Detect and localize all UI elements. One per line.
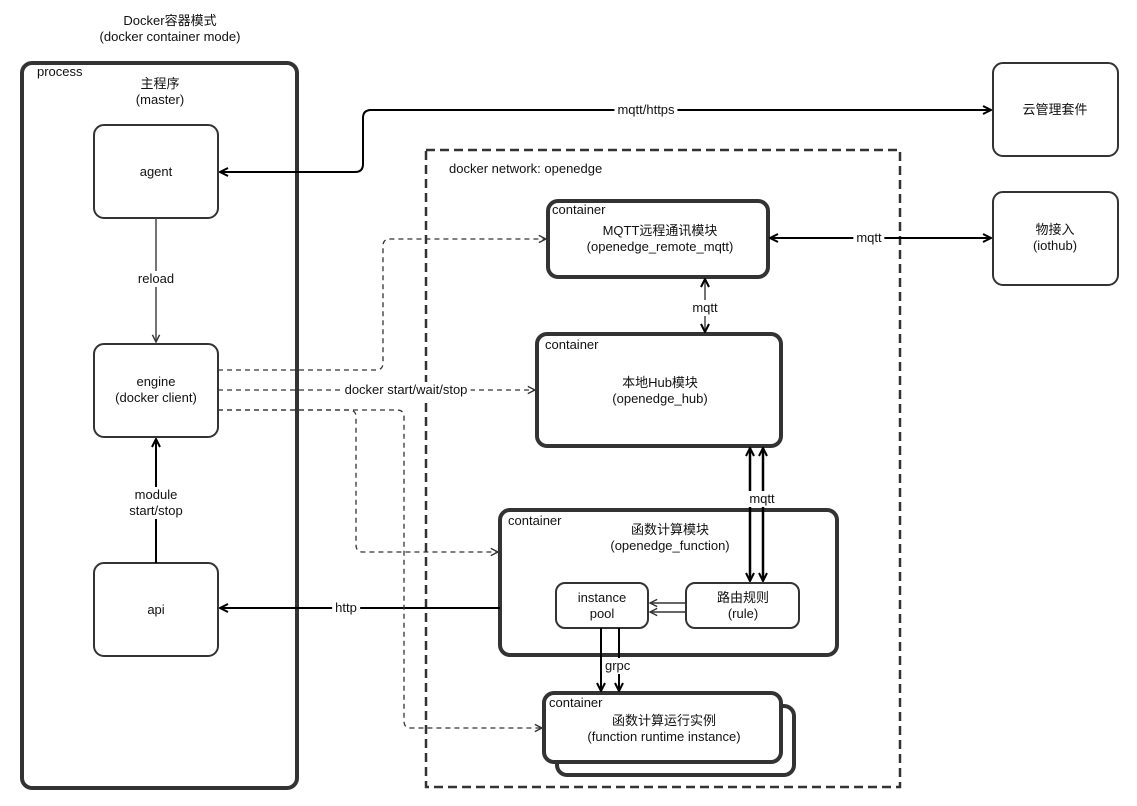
module-line1: module [134, 487, 178, 502]
engine-label: engine (docker client) [115, 374, 197, 406]
instance-pool-label: instance pool [578, 590, 626, 622]
remote-mqtt-line1: MQTT远程通讯模块 [602, 223, 718, 238]
function-label: 函数计算模块 (openedge_function) [610, 522, 729, 554]
agent-label: agent [139, 164, 173, 179]
iothub-label: 物接入 (iothub) [1033, 222, 1077, 254]
edge-docker-runtime [218, 409, 542, 728]
runtime-label: 函数计算运行实例 (function runtime instance) [587, 713, 740, 745]
engine-line1: engine [136, 374, 176, 389]
diagram-title: Docker容器模式 (docker container mode) [100, 13, 241, 45]
mqtt-https-label: mqtt/https [614, 102, 678, 118]
runtime-line1: 函数计算运行实例 [611, 713, 716, 728]
title-line2: (docker container mode) [99, 29, 241, 44]
process-tag: process [37, 64, 83, 79]
instance-pool-line1: instance [577, 590, 627, 605]
iothub-line1: 物接入 [1035, 222, 1075, 237]
grpc-label: grpc [602, 658, 634, 674]
http-label: http [332, 600, 360, 616]
hub-line1: 本地Hub模块 [622, 375, 698, 390]
remote-mqtt-container-tag: container [552, 202, 606, 217]
edge-docker-remote-mqtt [218, 239, 546, 371]
hub-label: 本地Hub模块 (openedge_hub) [612, 375, 707, 407]
edge-docker-function [218, 409, 498, 552]
edge-mqtt-https [220, 110, 991, 172]
remote-mqtt-line2: (openedge_remote_mqtt) [586, 239, 734, 254]
network-label: docker network: openedge [449, 161, 603, 176]
rule-line1: 路由规则 [716, 590, 770, 605]
runtime-container-tag: container [549, 695, 603, 710]
master-line2: (master) [135, 92, 185, 107]
hub-line2: (openedge_hub) [612, 391, 708, 406]
mqtt-remote-hub-label: mqtt [689, 300, 721, 316]
function-container-tag: container [508, 513, 562, 528]
api-label: api [147, 602, 165, 617]
engine-line2: (docker client) [115, 390, 197, 405]
title-line1: Docker容器模式 [123, 13, 217, 28]
rule-label: 路由规则 (rule) [717, 590, 769, 622]
function-line1: 函数计算模块 [630, 522, 710, 537]
docker-cmd-label: docker start/wait/stop [341, 382, 471, 398]
cloud-label: 云管理套件 [1022, 102, 1088, 117]
master-line1: 主程序 [140, 76, 180, 91]
rule-line2: (rule) [727, 606, 759, 621]
master-label: 主程序 (master) [136, 76, 184, 108]
module-line2: start/stop [129, 503, 183, 518]
runtime-line2: (function runtime instance) [587, 729, 741, 744]
module-start-stop-label: module start/stop [126, 487, 186, 519]
iothub-line2: (iothub) [1032, 238, 1078, 253]
mqtt-hub-rule-label: mqtt [746, 491, 778, 507]
mqtt-iothub-label: mqtt [853, 230, 885, 246]
instance-pool-line2: pool [589, 606, 615, 621]
reload-label: reload [134, 271, 178, 287]
remote-mqtt-label: MQTT远程通讯模块 (openedge_remote_mqtt) [587, 223, 734, 255]
function-line2: (openedge_function) [610, 538, 730, 553]
hub-container-tag: container [545, 337, 599, 352]
